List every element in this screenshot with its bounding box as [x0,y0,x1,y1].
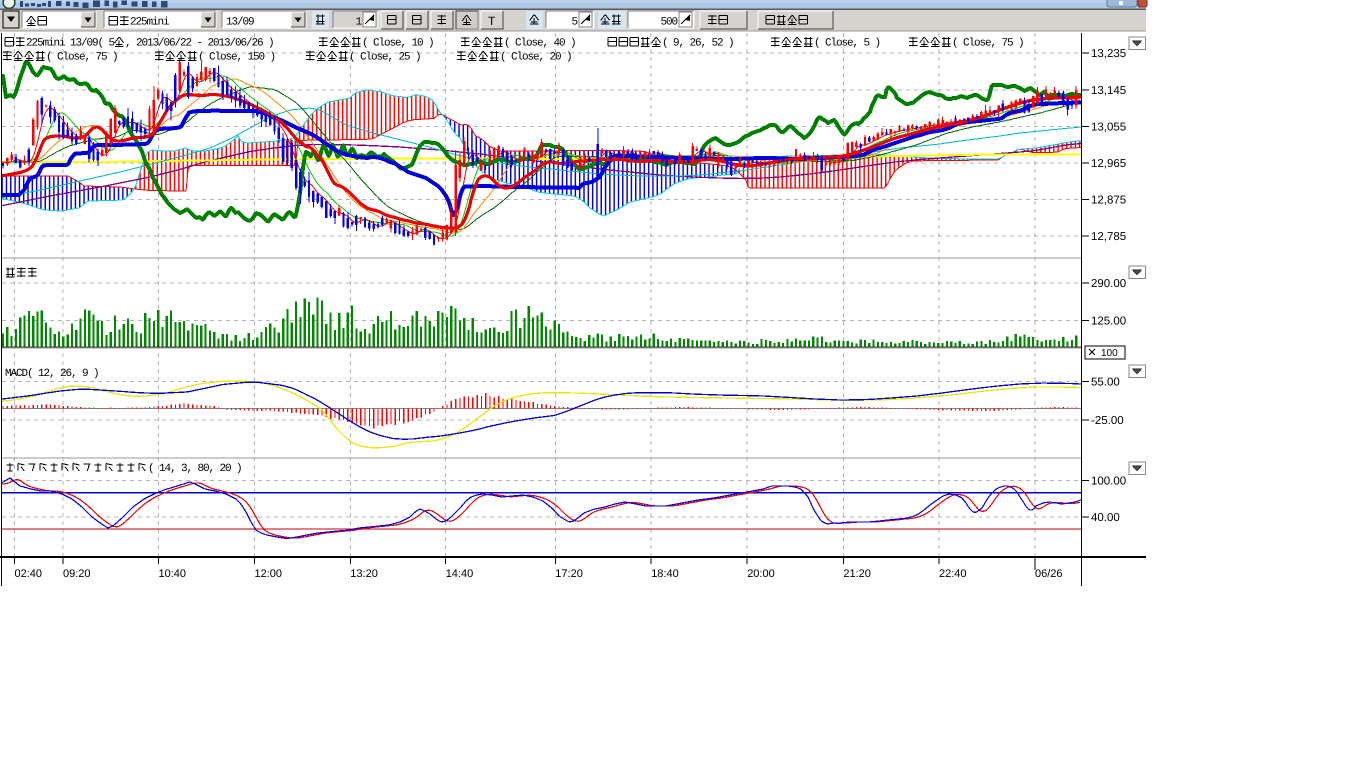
svg-text:-25.00: -25.00 [1091,415,1124,427]
svg-text:( Close, 25 ): ( Close, 25 ) [349,52,421,64]
svg-text:( Close, 5 ): ( Close, 5 ) [814,38,880,50]
svg-text:13,145: 13,145 [1091,85,1126,97]
svg-text:500: 500 [660,17,677,29]
svg-text:( Close, 75 ): ( Close, 75 ) [46,52,118,64]
svg-text:100.00: 100.00 [1091,476,1126,488]
svg-text:21:20: 21:20 [843,568,871,580]
svg-text:( Close, 150 ): ( Close, 150 ) [198,52,275,64]
svg-text:MACD( 12, 26, 9 ): MACD( 12, 26, 9 ) [5,368,99,380]
svg-text:( 9, 26, 52 ): ( 9, 26, 52 ) [662,38,734,50]
svg-text:225mini: 225mini [130,17,170,29]
svg-text:( Close, 40 ): ( Close, 40 ) [504,38,576,50]
svg-text:13,055: 13,055 [1091,122,1126,134]
svg-text:( Close, 75 ): ( Close, 75 ) [952,38,1024,50]
svg-text:( Close, 10 ): ( Close, 10 ) [362,38,434,50]
svg-text:09:20: 09:20 [63,568,91,580]
svg-text:( Close, 20 ): ( Close, 20 ) [500,52,572,64]
svg-text:13/09: 13/09 [226,17,254,29]
svg-text:125.00: 125.00 [1091,316,1126,328]
svg-text:13:20: 13:20 [350,568,378,580]
svg-text:13,235: 13,235 [1091,48,1126,60]
svg-text:10:40: 10:40 [159,568,187,580]
svg-text:12,785: 12,785 [1091,231,1126,243]
svg-text:T: T [488,14,496,28]
svg-text:55.00: 55.00 [1091,377,1120,389]
svg-text:06/26: 06/26 [1035,568,1063,580]
svg-text:18:40: 18:40 [651,568,679,580]
svg-text:12,965: 12,965 [1091,158,1126,170]
svg-text:, 2013/06/22 - 2013/06/26 ): , 2013/06/22 - 2013/06/26 ) [125,38,274,50]
svg-text:22:40: 22:40 [939,568,967,580]
svg-text:( 14, 3, 80, 20 ): ( 14, 3, 80, 20 ) [148,463,242,475]
svg-text:14:40: 14:40 [446,568,474,580]
svg-text:12:00: 12:00 [255,568,283,580]
svg-text:5: 5 [571,17,577,29]
svg-text:225mini 13/09( 5: 225mini 13/09( 5 [26,38,115,50]
svg-text:17:20: 17:20 [555,568,583,580]
svg-text:40.00: 40.00 [1091,512,1120,524]
svg-text:20:00: 20:00 [747,568,775,580]
svg-text:02:40: 02:40 [15,568,43,580]
svg-text:290.00: 290.00 [1091,278,1126,290]
svg-text:12,875: 12,875 [1091,195,1126,207]
svg-text:100: 100 [1101,348,1118,359]
